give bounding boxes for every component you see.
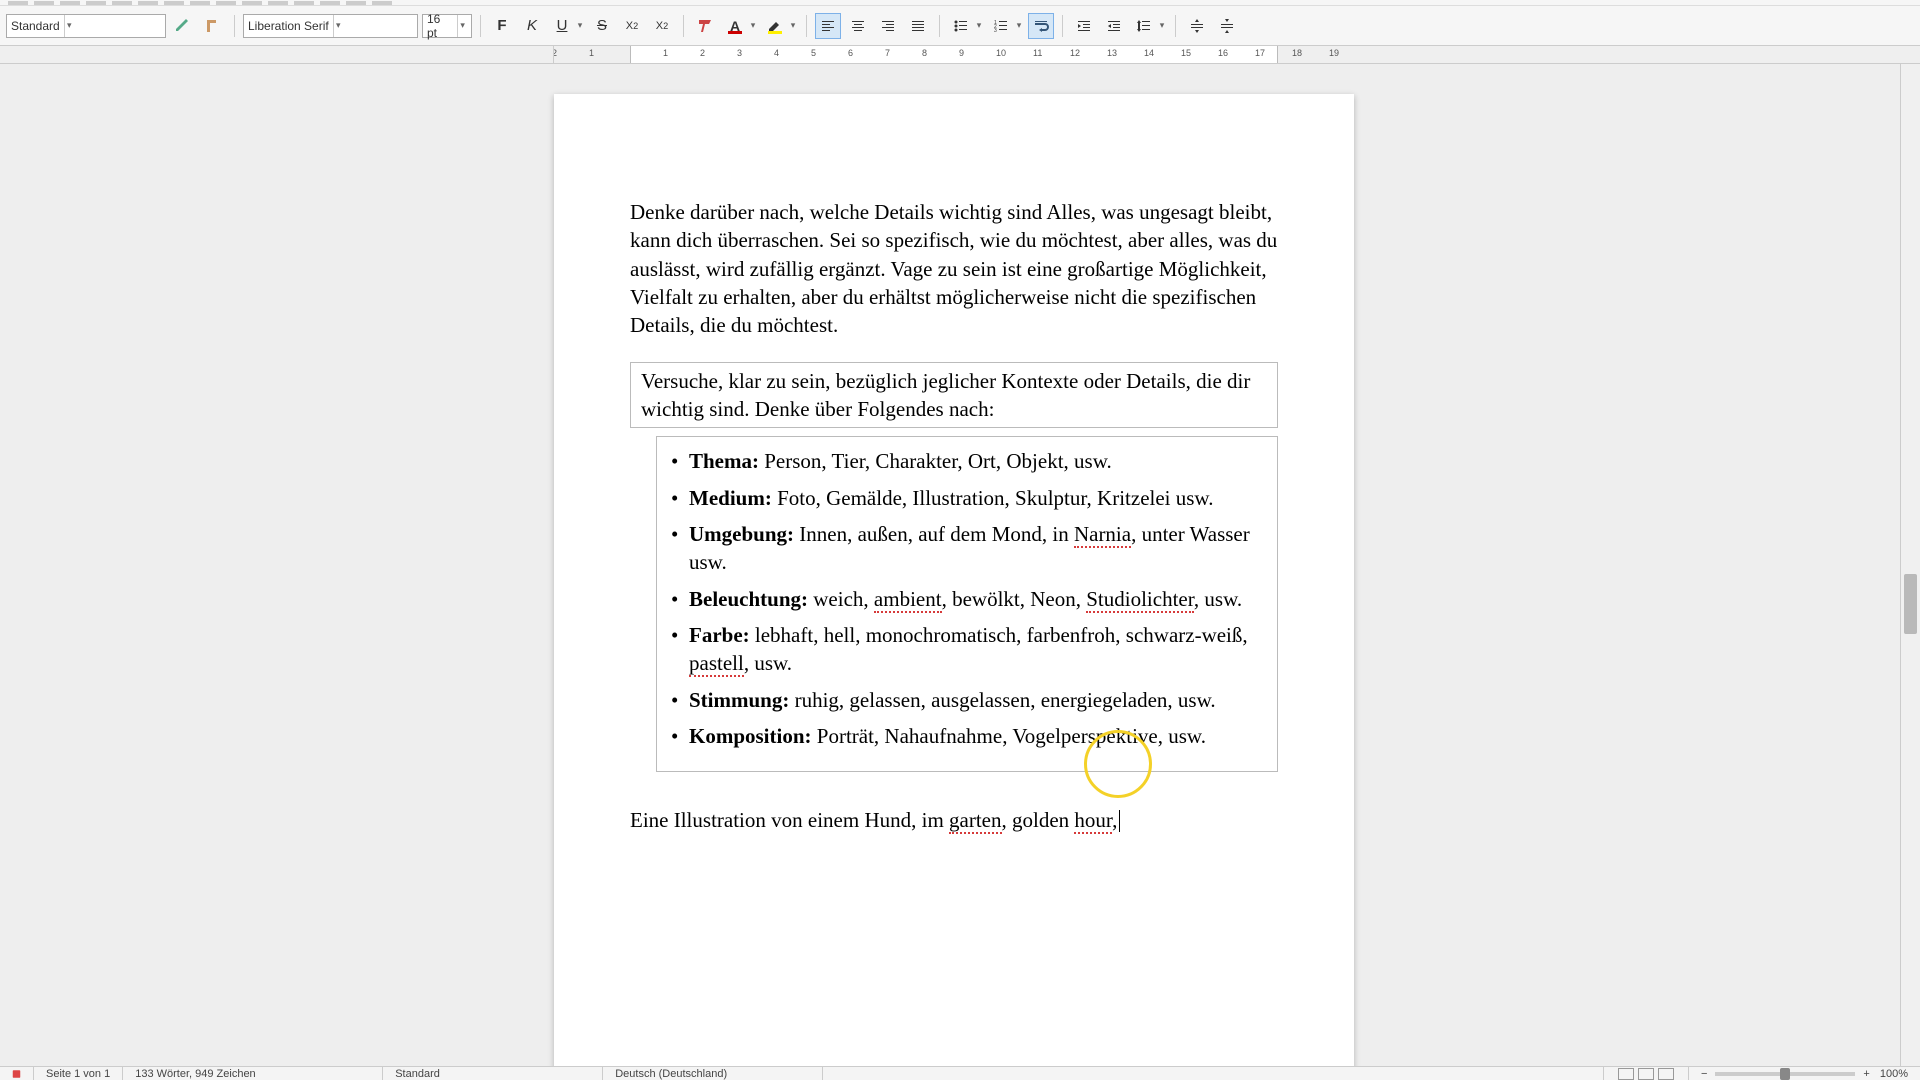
update-style-icon[interactable] bbox=[170, 13, 196, 39]
multi-page-icon[interactable] bbox=[1638, 1068, 1654, 1080]
style-indicator[interactable]: Standard bbox=[383, 1067, 603, 1080]
italic-button[interactable]: K bbox=[519, 13, 545, 39]
zoom-out-icon[interactable]: − bbox=[1701, 1068, 1707, 1080]
zoom-value[interactable]: 100% bbox=[1880, 1068, 1908, 1080]
chevron-down-icon[interactable]: ▾ bbox=[575, 13, 585, 39]
spellcheck-underline: Studiolichter bbox=[1086, 587, 1194, 613]
boxed-paragraph[interactable]: Versuche, klar zu sein, bezüglich jeglic… bbox=[630, 362, 1278, 429]
zoom-knob[interactable] bbox=[1780, 1068, 1790, 1080]
status-bar: Seite 1 von 1 133 Wörter, 949 Zeichen St… bbox=[0, 1066, 1920, 1080]
bold-button[interactable]: F bbox=[489, 13, 515, 39]
spellcheck-underline: ambient bbox=[874, 587, 942, 613]
align-right-button[interactable] bbox=[875, 13, 901, 39]
spellcheck-underline: hour bbox=[1074, 808, 1112, 834]
paragraph-style-combo[interactable]: Standard ▾ bbox=[6, 14, 166, 38]
clear-formatting-icon[interactable] bbox=[692, 13, 718, 39]
font-name-combo[interactable]: Liberation Serif ▾ bbox=[243, 14, 418, 38]
chevron-down-icon[interactable]: ▾ bbox=[1014, 13, 1024, 39]
chevron-down-icon[interactable]: ▾ bbox=[748, 13, 758, 39]
zoom-slider[interactable] bbox=[1715, 1072, 1855, 1076]
document-workspace[interactable]: Denke darüber nach, welche Details wicht… bbox=[0, 64, 1900, 1066]
book-view-icon[interactable] bbox=[1658, 1068, 1674, 1080]
font-size-combo[interactable]: 16 pt ▾ bbox=[422, 14, 472, 38]
zoom-control[interactable]: − + 100% bbox=[1689, 1067, 1920, 1080]
horizontal-ruler[interactable]: 2112345678910111213141516171819 bbox=[554, 46, 1354, 63]
bullet-list[interactable]: Thema: Person, Tier, Charakter, Ort, Obj… bbox=[656, 436, 1278, 771]
superscript-button[interactable]: X2 bbox=[619, 13, 645, 39]
view-mode-icons[interactable] bbox=[1604, 1067, 1689, 1080]
save-status-icon[interactable] bbox=[0, 1067, 34, 1080]
list-item: Komposition: Porträt, Nahaufnahme, Vogel… bbox=[671, 722, 1263, 750]
chevron-down-icon[interactable]: ▾ bbox=[1157, 13, 1167, 39]
new-style-icon[interactable] bbox=[200, 13, 226, 39]
paragraph-intro[interactable]: Denke darüber nach, welche Details wicht… bbox=[630, 198, 1278, 340]
list-item: Farbe: lebhaft, hell, monochromatisch, f… bbox=[671, 621, 1263, 678]
user-input-line[interactable]: Eine Illustration von einem Hund, im gar… bbox=[630, 806, 1278, 834]
paragraph-style-value: Standard bbox=[11, 19, 60, 33]
decrease-para-spacing-button[interactable] bbox=[1214, 13, 1240, 39]
list-item: Stimmung: ruhig, gelassen, ausgelassen, … bbox=[671, 686, 1263, 714]
decrease-indent-button[interactable] bbox=[1101, 13, 1127, 39]
chevron-down-icon[interactable]: ▾ bbox=[788, 13, 798, 39]
strikethrough-button[interactable]: S bbox=[589, 13, 615, 39]
chevron-down-icon[interactable]: ▾ bbox=[333, 15, 343, 37]
single-page-icon[interactable] bbox=[1618, 1068, 1634, 1080]
align-justify-button[interactable] bbox=[905, 13, 931, 39]
svg-text:3: 3 bbox=[994, 28, 997, 34]
bullet-list-button[interactable] bbox=[948, 13, 974, 39]
list-item: Medium: Foto, Gemälde, Illustration, Sku… bbox=[671, 484, 1263, 512]
spellcheck-underline: pastell bbox=[689, 651, 744, 677]
chevron-down-icon[interactable]: ▾ bbox=[974, 13, 984, 39]
ruler-row: 2112345678910111213141516171819 bbox=[0, 46, 1920, 64]
vertical-scrollbar[interactable] bbox=[1900, 64, 1920, 1066]
text-cursor bbox=[1119, 810, 1120, 832]
highlight-button[interactable] bbox=[762, 13, 788, 39]
chevron-down-icon[interactable]: ▾ bbox=[457, 15, 467, 37]
list-item: Umgebung: Innen, außen, auf dem Mond, in… bbox=[671, 520, 1263, 577]
number-list-button[interactable]: 123 bbox=[988, 13, 1014, 39]
page-indicator[interactable]: Seite 1 von 1 bbox=[34, 1067, 123, 1080]
increase-indent-button[interactable] bbox=[1071, 13, 1097, 39]
word-count[interactable]: 133 Wörter, 949 Zeichen bbox=[123, 1067, 383, 1080]
font-color-button[interactable]: A bbox=[722, 13, 748, 39]
line-spacing-button[interactable] bbox=[1131, 13, 1157, 39]
formatting-toolbar: Standard ▾ Liberation Serif ▾ 16 pt ▾ F … bbox=[0, 6, 1920, 46]
list-item: Beleuchtung: weich, ambient, bewölkt, Ne… bbox=[671, 585, 1263, 613]
subscript-button[interactable]: X2 bbox=[649, 13, 675, 39]
zoom-in-icon[interactable]: + bbox=[1863, 1068, 1869, 1080]
increase-para-spacing-button[interactable] bbox=[1184, 13, 1210, 39]
font-size-value: 16 pt bbox=[427, 12, 453, 40]
page[interactable]: Denke darüber nach, welche Details wicht… bbox=[554, 94, 1354, 1066]
spellcheck-underline: garten bbox=[949, 808, 1001, 834]
wrap-text-button[interactable] bbox=[1028, 13, 1054, 39]
underline-button[interactable]: U bbox=[549, 13, 575, 39]
list-item: Thema: Person, Tier, Charakter, Ort, Obj… bbox=[671, 447, 1263, 475]
chevron-down-icon[interactable]: ▾ bbox=[64, 15, 74, 37]
language-indicator[interactable]: Deutsch (Deutschland) bbox=[603, 1067, 823, 1080]
spellcheck-underline: Narnia bbox=[1074, 522, 1131, 548]
align-left-button[interactable] bbox=[815, 13, 841, 39]
align-center-button[interactable] bbox=[845, 13, 871, 39]
scrollbar-thumb[interactable] bbox=[1904, 574, 1917, 634]
font-name-value: Liberation Serif bbox=[248, 19, 329, 33]
